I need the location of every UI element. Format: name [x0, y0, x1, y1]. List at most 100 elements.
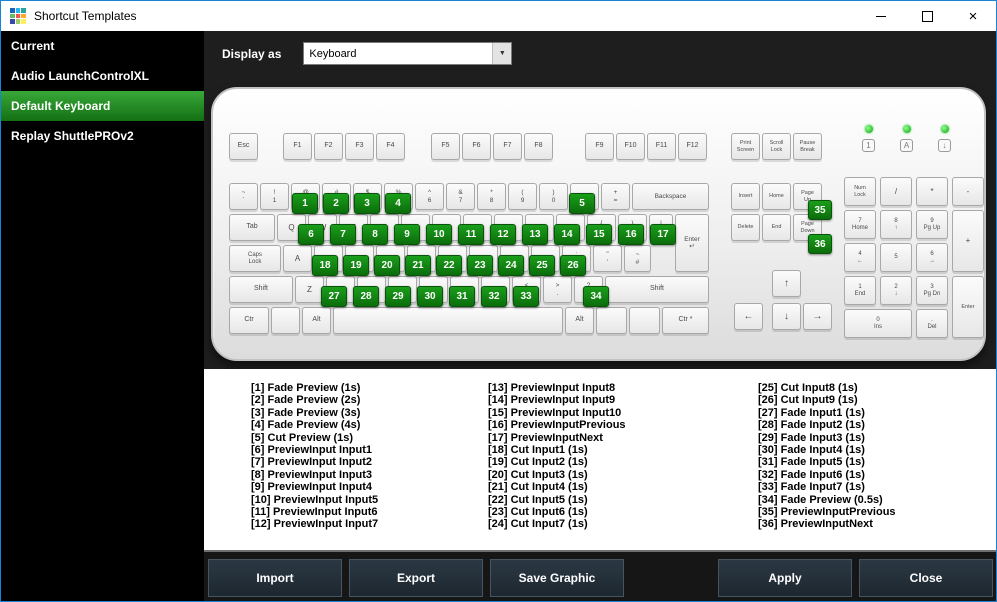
key-print-screen[interactable]: Print Screen — [731, 133, 760, 160]
assigned-shortcut-key-17[interactable]: 17 — [650, 224, 676, 245]
key-delete[interactable]: Delete — [731, 214, 760, 241]
minimize-button[interactable] — [858, 1, 904, 31]
export-button[interactable]: Export — [349, 559, 483, 597]
key-win-right[interactable] — [596, 307, 627, 334]
key-np-9[interactable]: 9 Pg Up — [916, 210, 948, 239]
assigned-shortcut-key-34[interactable]: 34 — [583, 286, 609, 307]
key-home[interactable]: Home — [762, 183, 791, 210]
assigned-shortcut-key-25[interactable]: 25 — [529, 255, 555, 276]
assigned-shortcut-key-22[interactable]: 22 — [436, 255, 462, 276]
assigned-shortcut-key-30[interactable]: 30 — [417, 286, 443, 307]
import-button[interactable]: Import — [208, 559, 342, 597]
assigned-shortcut-key-11[interactable]: 11 — [458, 224, 484, 245]
assigned-shortcut-key-9[interactable]: 9 — [394, 224, 420, 245]
assigned-shortcut-key-32[interactable]: 32 — [481, 286, 507, 307]
key-shift-right[interactable]: Shift — [605, 276, 709, 303]
sidebar-item-default-keyboard[interactable]: Default Keyboard — [1, 91, 204, 121]
key-f2[interactable]: F2 — [314, 133, 343, 160]
assigned-shortcut-key-28[interactable]: 28 — [353, 286, 379, 307]
assigned-shortcut-key-10[interactable]: 10 — [426, 224, 452, 245]
maximize-button[interactable] — [904, 1, 950, 31]
assigned-shortcut-key-8[interactable]: 8 — [362, 224, 388, 245]
key-f8[interactable]: F8 — [524, 133, 553, 160]
key-np-1[interactable]: 1 End — [844, 276, 876, 305]
display-as-dropdown[interactable]: Keyboard ▼ — [303, 42, 513, 65]
key-arrow-down[interactable]: ↓ — [772, 303, 801, 330]
assigned-shortcut-key-5[interactable]: 5 — [569, 193, 595, 214]
sidebar-item-replay-shuttleprov2[interactable]: Replay ShuttlePROv2 — [1, 121, 204, 151]
key-alt-right[interactable]: Alt — [565, 307, 594, 334]
key-alt-left[interactable]: Alt — [302, 307, 331, 334]
key-6[interactable]: ^ 6 — [415, 183, 444, 210]
assigned-shortcut-key-23[interactable]: 23 — [467, 255, 493, 276]
key-shift-left[interactable]: Shift — [229, 276, 293, 303]
assigned-shortcut-key-21[interactable]: 21 — [405, 255, 431, 276]
key-scroll-lock[interactable]: Scroll Lock — [762, 133, 791, 160]
key-f4[interactable]: F4 — [376, 133, 405, 160]
assigned-shortcut-key-24[interactable]: 24 — [498, 255, 524, 276]
assigned-shortcut-key-3[interactable]: 3 — [354, 193, 380, 214]
save-graphic-button[interactable]: Save Graphic — [490, 559, 624, 597]
key-7[interactable]: & 7 — [446, 183, 475, 210]
assigned-shortcut-key-6[interactable]: 6 — [298, 224, 324, 245]
key-f5[interactable]: F5 — [431, 133, 460, 160]
key-num-lock[interactable]: Num Lock — [844, 177, 876, 206]
key-np-7[interactable]: 7 Home — [844, 210, 876, 239]
key-a[interactable]: A — [283, 245, 312, 272]
key-quote[interactable]: " ' — [593, 245, 622, 272]
key-np-divide[interactable]: / — [880, 177, 912, 206]
key-np-0[interactable]: 0 Ins — [844, 309, 912, 338]
key-np-enter[interactable]: Enter — [952, 276, 984, 338]
key-arrow-left[interactable]: ← — [734, 303, 763, 330]
key-f6[interactable]: F6 — [462, 133, 491, 160]
key-arrow-right[interactable]: → — [803, 303, 832, 330]
key-np-multiply[interactable]: * — [916, 177, 948, 206]
assigned-shortcut-key-19[interactable]: 19 — [343, 255, 369, 276]
sidebar-item-audio-launchcontrolxl[interactable]: Audio LaunchControlXL — [1, 61, 204, 91]
key-np-dot[interactable]: . Del — [916, 309, 948, 338]
key-backspace[interactable]: Backspace — [632, 183, 709, 210]
key-f1[interactable]: F1 — [283, 133, 312, 160]
key-f3[interactable]: F3 — [345, 133, 374, 160]
key-z[interactable]: Z — [295, 276, 324, 303]
key-menu[interactable] — [629, 307, 660, 334]
assigned-shortcut-key-31[interactable]: 31 — [449, 286, 475, 307]
sidebar-item-current[interactable]: Current — [1, 31, 204, 61]
key-np-4[interactable]: 4 ← — [844, 243, 876, 272]
key-win-left[interactable] — [271, 307, 300, 334]
key-9[interactable]: ( 9 — [508, 183, 537, 210]
key-esc[interactable]: Esc — [229, 133, 258, 160]
key-backtick[interactable]: ~ ` — [229, 183, 258, 210]
assigned-shortcut-key-18[interactable]: 18 — [312, 255, 338, 276]
assigned-shortcut-key-36[interactable]: 36 — [808, 234, 832, 254]
close-button[interactable]: × — [950, 1, 996, 31]
assigned-shortcut-key-26[interactable]: 26 — [560, 255, 586, 276]
assigned-shortcut-key-1[interactable]: 1 — [292, 193, 318, 214]
key-np-2[interactable]: 2 ↓ — [880, 276, 912, 305]
key-ctrl-left[interactable]: Ctr — [229, 307, 269, 334]
assigned-shortcut-key-29[interactable]: 29 — [385, 286, 411, 307]
assigned-shortcut-key-33[interactable]: 33 — [513, 286, 539, 307]
assigned-shortcut-key-12[interactable]: 12 — [490, 224, 516, 245]
assigned-shortcut-key-27[interactable]: 27 — [321, 286, 347, 307]
key-f11[interactable]: F11 — [647, 133, 676, 160]
key-f9[interactable]: F9 — [585, 133, 614, 160]
key-8[interactable]: * 8 — [477, 183, 506, 210]
key-f7[interactable]: F7 — [493, 133, 522, 160]
key-1[interactable]: ! 1 — [260, 183, 289, 210]
key-0[interactable]: ) 0 — [539, 183, 568, 210]
assigned-shortcut-key-14[interactable]: 14 — [554, 224, 580, 245]
assigned-shortcut-key-13[interactable]: 13 — [522, 224, 548, 245]
key-space[interactable] — [333, 307, 563, 334]
key-np-5[interactable]: 5 — [880, 243, 912, 272]
assigned-shortcut-key-4[interactable]: 4 — [385, 193, 411, 214]
assigned-shortcut-key-20[interactable]: 20 — [374, 255, 400, 276]
key-arrow-up[interactable]: ↑ — [772, 270, 801, 297]
key-hash[interactable]: ~ # — [624, 245, 651, 272]
key-equals[interactable]: + = — [601, 183, 630, 210]
apply-button[interactable]: Apply — [718, 559, 852, 597]
close-button[interactable]: Close — [859, 559, 993, 597]
key-insert[interactable]: Insert — [731, 183, 760, 210]
key-enter[interactable]: Enter ↵ — [675, 214, 709, 272]
key-f10[interactable]: F10 — [616, 133, 645, 160]
